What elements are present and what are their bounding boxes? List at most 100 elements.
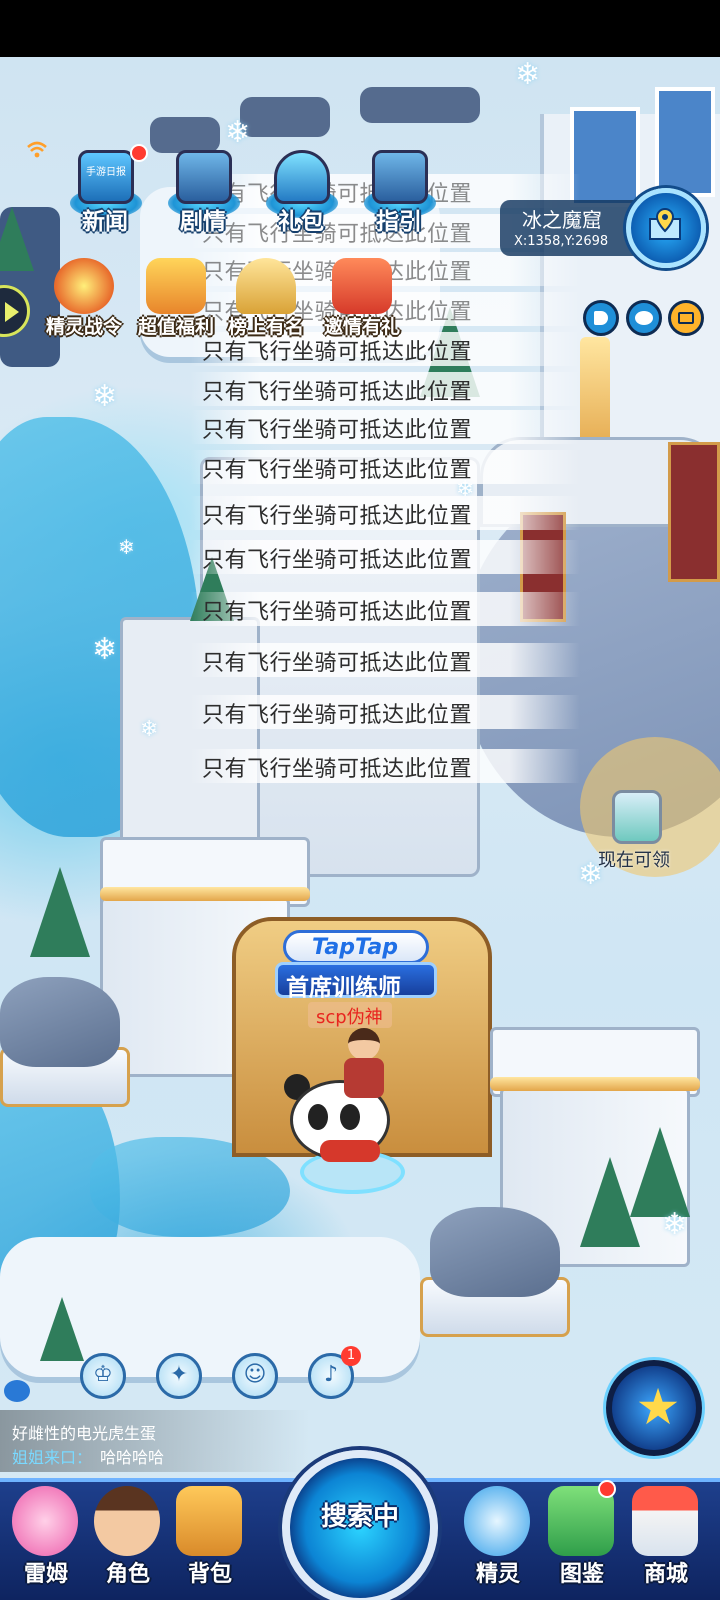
toast-message: 只有飞行坐骑可抵达此位置 — [190, 496, 580, 530]
speaker-icon — [594, 311, 608, 325]
chat-message: 哈哈哈哈 — [100, 1448, 165, 1467]
map-button[interactable] — [626, 188, 706, 268]
wifi-icon — [27, 141, 47, 158]
pillar-trim — [100, 887, 310, 901]
event-label: 邀情有礼 — [323, 316, 400, 338]
rock — [150, 117, 220, 153]
toast-message: 只有飞行坐骑可抵达此位置 — [190, 410, 580, 444]
nav-backpack[interactable]: 背包 — [162, 1482, 258, 1600]
snowflake-icon: ❄ — [140, 717, 159, 742]
player-title-badge: TapTap 首席训练师 — [275, 930, 437, 1001]
toast-text: 只有飞行坐骑可抵达此位置 — [202, 418, 473, 443]
pet-face-icon — [635, 311, 653, 325]
story-machine-icon — [176, 150, 232, 204]
mail-icon — [678, 312, 694, 324]
character-icon — [94, 1486, 160, 1556]
toast-message: 只有飞行坐骑可抵达此位置 — [190, 749, 580, 783]
bell-icon: ♪ — [323, 1362, 339, 1387]
spirit-icon — [464, 1486, 530, 1556]
toast-message: 只有飞行坐骑可抵达此位置 — [190, 372, 580, 406]
battle-pass-icon — [54, 258, 114, 314]
toast-text: 只有飞行坐骑可抵达此位置 — [202, 757, 473, 782]
toast-text: 只有飞行坐骑可抵达此位置 — [202, 458, 473, 483]
claim-label: 现在可领 — [598, 850, 670, 871]
badge-top-text: TapTap — [312, 935, 398, 960]
arrow-right-icon — [5, 302, 19, 322]
notification-dot — [598, 1480, 616, 1498]
mail-button[interactable] — [668, 300, 704, 336]
chat-sender: 姐姐来口： — [12, 1448, 93, 1467]
toast-message: 只有飞行坐骑可抵达此位置 — [190, 643, 580, 677]
panda-scarf — [320, 1140, 380, 1162]
notification-dot — [130, 144, 148, 162]
invite-gift-icon — [332, 258, 392, 314]
nav-spirit[interactable]: 精灵 — [450, 1482, 546, 1600]
star-feature-button[interactable]: ★ — [606, 1360, 702, 1456]
snowflake-icon: ❄ — [92, 379, 118, 414]
snowflake-icon: ❄ — [92, 632, 118, 667]
pet-duo-icon: ☺ — [243, 1362, 267, 1387]
snowflake-icon: ❄ — [515, 57, 541, 92]
chat-line: 好雌性的电光虎生蛋 — [12, 1424, 157, 1443]
quick-trophy-button[interactable]: ♔ — [80, 1353, 126, 1399]
toast-text: 只有飞行坐骑可抵达此位置 — [202, 548, 473, 573]
castle-window — [570, 107, 640, 207]
toast-message: 只有飞行坐骑可抵达此位置 — [190, 450, 580, 484]
location-name: 冰之魔窟 — [522, 208, 602, 232]
quick-compass-button[interactable]: ✦ — [156, 1353, 202, 1399]
pine-tree — [580, 1157, 640, 1247]
player-head — [348, 1028, 380, 1060]
player-name: scp伪神 — [316, 1007, 383, 1028]
top-menu-news[interactable]: 手游日报 新闻 — [62, 144, 148, 242]
chat-icon[interactable] — [4, 1380, 30, 1402]
pine-tree — [40, 1297, 84, 1361]
nav-shop[interactable]: 商城 — [618, 1482, 714, 1600]
quick-bell-button[interactable]: ♪ 1 — [308, 1346, 361, 1399]
top-menu-story[interactable]: 剧情 — [160, 150, 246, 242]
player-torso — [344, 1058, 384, 1098]
toast-message: 只有飞行坐骑可抵达此位置 — [190, 695, 580, 729]
gift-box-icon — [146, 258, 206, 314]
top-menu-guide[interactable]: 指引 — [356, 150, 442, 242]
speaker-button[interactable] — [583, 300, 619, 336]
toast-text: 只有飞行坐骑可抵达此位置 — [202, 504, 473, 529]
nav-label: 精灵 — [475, 1562, 520, 1587]
top-menu-label: 新闻 — [82, 209, 128, 235]
gift-portal-icon — [274, 150, 330, 204]
location-coords: X:1358,Y:2698 — [514, 234, 609, 249]
top-menu-gift[interactable]: 礼包 — [258, 150, 344, 242]
toast-message: 只有飞行坐骑可抵达此位置 — [190, 592, 580, 626]
shop-icon — [632, 1486, 698, 1556]
nav-pokedex[interactable]: 图鉴 — [534, 1480, 630, 1600]
pet-face-button[interactable] — [626, 300, 662, 336]
trophy-cup-icon: ♔ — [93, 1362, 113, 1387]
newspaper-tv-icon: 手游日报 — [78, 150, 134, 204]
nav-label: 图鉴 — [559, 1562, 604, 1587]
event-ranking[interactable]: 榜上有名 — [218, 258, 314, 338]
banner — [668, 442, 720, 582]
event-battle-pass[interactable]: 精灵战令 — [36, 258, 132, 338]
snowflake-icon: ❄ — [225, 115, 251, 150]
taptap-badge: TapTap — [283, 930, 429, 964]
toast-text: 只有飞行坐骑可抵达此位置 — [202, 380, 473, 405]
search-button[interactable]: 搜索中 — [272, 1450, 448, 1600]
toast-text: 只有飞行坐骑可抵达此位置 — [202, 600, 473, 625]
toast-text: 只有飞行坐骑可抵达此位置 — [202, 651, 473, 676]
quick-pet-button[interactable]: ☺ — [232, 1353, 278, 1399]
claim-reward-button[interactable]: 现在可领 — [590, 790, 700, 880]
pine-tree — [0, 207, 34, 271]
rock — [360, 87, 480, 123]
toast-message: 只有飞行坐骑可抵达此位置 — [190, 540, 580, 574]
news-art-text: 手游日报 — [86, 167, 126, 178]
top-menu-label: 礼包 — [278, 209, 324, 235]
top-menu-label: 剧情 — [180, 209, 226, 235]
event-invite[interactable]: 邀情有礼 — [314, 258, 410, 338]
location-panel[interactable]: 冰之魔窟 X:1358,Y:2698 — [500, 200, 640, 256]
top-menu-label: 指引 — [376, 209, 422, 235]
guide-machine-icon — [372, 150, 428, 204]
snowflake-icon: ❄ — [662, 1207, 688, 1242]
rock — [240, 97, 330, 137]
bottle-icon — [612, 790, 662, 844]
panda-eye — [308, 1104, 328, 1130]
player-character[interactable] — [340, 1028, 386, 1098]
